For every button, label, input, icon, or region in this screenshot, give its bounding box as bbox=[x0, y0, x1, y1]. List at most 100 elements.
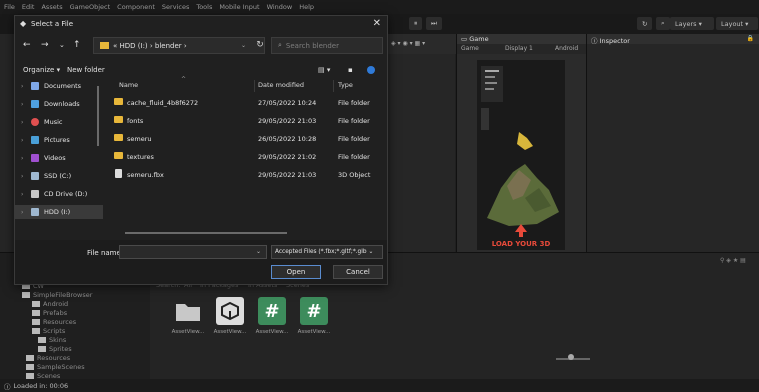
menu-file[interactable]: File bbox=[4, 3, 15, 11]
nav-scrollbar[interactable] bbox=[97, 86, 99, 146]
organize-button[interactable]: Organize ▾ bbox=[23, 66, 60, 74]
history-icon[interactable]: ↻ bbox=[637, 17, 653, 30]
nav-item-downloads[interactable]: › Downloads bbox=[21, 97, 103, 111]
nav-item-documents[interactable]: › Documents bbox=[21, 79, 103, 93]
file-type-filter[interactable]: Accepted Files (*.fbx;*.gltf;*.glb ⌄ bbox=[271, 245, 383, 259]
file-row[interactable]: semeru 26/05/2022 10:28 File folder bbox=[111, 130, 383, 148]
file-date: 29/05/2022 21:02 bbox=[258, 153, 317, 161]
forward-arrow-icon[interactable]: → bbox=[41, 40, 49, 50]
menu-gameobject[interactable]: GameObject bbox=[70, 3, 111, 11]
menu-tools[interactable]: Tools bbox=[196, 3, 212, 11]
game-controls: Game Display 1 Android bbox=[457, 44, 587, 54]
game-scene-render bbox=[481, 66, 559, 237]
chevron-right-icon[interactable]: › bbox=[21, 137, 31, 144]
game-tab[interactable]: ▭ Game bbox=[461, 35, 489, 43]
game-canvas[interactable]: LOAD YOUR 3D bbox=[477, 60, 565, 250]
chevron-right-icon[interactable]: › bbox=[21, 155, 31, 162]
chevron-down-icon[interactable]: ⌄ bbox=[256, 248, 261, 255]
recent-chevron-icon[interactable]: ⌄ bbox=[59, 41, 65, 49]
chevron-right-icon[interactable]: › bbox=[21, 209, 31, 216]
tree-item[interactable]: Scripts bbox=[32, 327, 65, 335]
close-icon[interactable]: ✕ bbox=[373, 18, 381, 29]
tree-item[interactable]: SampleScenes bbox=[26, 363, 85, 371]
view-options-icon[interactable]: ▤ ▾ bbox=[318, 66, 330, 74]
tree-item[interactable]: Skins bbox=[38, 336, 66, 344]
project-toolbar-icons[interactable]: ⚲ ◈ ★ ▤ bbox=[720, 257, 746, 264]
file-type: File folder bbox=[338, 117, 370, 125]
up-arrow-icon[interactable]: ↑ bbox=[73, 40, 81, 50]
display-dropdown[interactable]: Display 1 bbox=[505, 45, 533, 52]
asset-item[interactable]: # AssetView... bbox=[254, 297, 290, 335]
menu-assets[interactable]: Assets bbox=[41, 3, 62, 11]
inspector-tab[interactable]: ⓘ Inspector bbox=[591, 35, 630, 45]
tree-item[interactable]: Sprites bbox=[38, 345, 72, 353]
nav-item-videos[interactable]: › Videos bbox=[21, 151, 103, 165]
asset-item[interactable]: # AssetView... bbox=[296, 297, 332, 335]
chevron-right-icon[interactable]: › bbox=[21, 101, 31, 108]
menu-component[interactable]: Component bbox=[117, 3, 155, 11]
file-name-input[interactable] bbox=[119, 245, 267, 259]
column-header-date[interactable]: Date modified bbox=[258, 81, 304, 89]
nav-item-cd-drive[interactable]: › CD Drive (D:) bbox=[21, 187, 103, 201]
tree-item[interactable]: SimpleFileBrowser bbox=[22, 291, 92, 299]
menu-edit[interactable]: Edit bbox=[22, 3, 35, 11]
search-icon: ⌕ bbox=[278, 41, 282, 49]
preview-pane-icon[interactable]: ▪ bbox=[348, 66, 353, 74]
new-folder-button[interactable]: New folder bbox=[67, 66, 105, 74]
file-row[interactable]: cache_fluid_4b8f6272 27/05/2022 10:24 Fi… bbox=[111, 94, 383, 112]
chevron-right-icon[interactable]: › bbox=[21, 173, 31, 180]
tree-label: Android bbox=[43, 300, 69, 308]
gizmo-controls[interactable]: ◈ ▾ ◉ ▾ ▦ ▾ bbox=[391, 40, 425, 47]
menu-services[interactable]: Services bbox=[162, 3, 189, 11]
3d-object-file-icon bbox=[115, 169, 122, 178]
menu-help[interactable]: Help bbox=[299, 3, 314, 11]
nav-item-pictures[interactable]: › Pictures bbox=[21, 133, 103, 147]
tree-item[interactable]: Resources bbox=[32, 318, 76, 326]
open-button[interactable]: Open bbox=[271, 265, 321, 279]
file-name: semeru.fbx bbox=[127, 171, 164, 179]
game-mode-dropdown[interactable]: Game bbox=[461, 45, 479, 52]
chevron-right-icon[interactable]: › bbox=[21, 119, 31, 126]
layout-dropdown[interactable]: Layout ▾ bbox=[716, 17, 758, 30]
column-divider[interactable] bbox=[333, 80, 334, 92]
address-bar[interactable]: « HDD (I:) › blender › ⌄ bbox=[93, 37, 265, 54]
lock-icon[interactable]: 🔒 bbox=[747, 35, 754, 42]
search-icon[interactable]: ⌕ bbox=[656, 17, 670, 30]
column-divider[interactable] bbox=[254, 80, 255, 92]
layers-dropdown[interactable]: Layers ▾ bbox=[670, 17, 714, 30]
search-input[interactable]: ⌕ Search blender bbox=[271, 37, 383, 54]
column-header-type[interactable]: Type bbox=[338, 81, 353, 89]
tree-item[interactable]: Prefabs bbox=[32, 309, 67, 317]
file-row[interactable]: textures 29/05/2022 21:02 File folder bbox=[111, 148, 383, 166]
menu-window[interactable]: Window bbox=[267, 3, 293, 11]
back-arrow-icon[interactable]: ← bbox=[23, 40, 31, 50]
nav-item-hdd[interactable]: › HDD (I:) bbox=[15, 205, 103, 219]
menu-mobile-input[interactable]: Mobile Input bbox=[219, 3, 259, 11]
nav-item-ssd[interactable]: › SSD (C:) bbox=[21, 169, 103, 183]
chevron-down-icon[interactable]: ⌄ bbox=[241, 42, 246, 49]
help-icon[interactable] bbox=[367, 66, 375, 74]
inspector-panel: ⓘ Inspector 🔒 bbox=[586, 34, 759, 252]
horizontal-scrollbar[interactable] bbox=[125, 232, 287, 234]
platform-dropdown[interactable]: Android bbox=[555, 45, 578, 52]
asset-item[interactable]: AssetView... bbox=[212, 297, 248, 335]
tree-item[interactable]: Resources bbox=[26, 354, 70, 362]
file-name-label: File name: bbox=[87, 249, 124, 257]
tree-item[interactable]: Android bbox=[32, 300, 68, 308]
asset-item[interactable]: AssetView... bbox=[170, 297, 206, 335]
chevron-right-icon[interactable]: › bbox=[21, 191, 31, 198]
step-button[interactable]: ⏭ bbox=[426, 17, 442, 30]
load-3d-label[interactable]: LOAD YOUR 3D bbox=[477, 240, 565, 248]
chevron-right-icon[interactable]: › bbox=[21, 83, 31, 90]
nav-item-music[interactable]: › Music bbox=[21, 115, 103, 129]
file-row[interactable]: fonts 29/05/2022 21:03 File folder bbox=[111, 112, 383, 130]
cancel-button[interactable]: Cancel bbox=[333, 265, 383, 279]
pause-button[interactable]: ⏸ bbox=[409, 17, 423, 30]
refresh-icon[interactable]: ↻ bbox=[253, 37, 267, 54]
column-header-name[interactable]: Name bbox=[119, 81, 138, 89]
folder-icon bbox=[100, 42, 109, 49]
folder-icon bbox=[32, 301, 40, 307]
file-row[interactable]: semeru.fbx 29/05/2022 21:03 3D Object bbox=[111, 166, 383, 184]
zoom-slider-handle[interactable] bbox=[568, 354, 574, 360]
file-date: 27/05/2022 10:24 bbox=[258, 99, 317, 107]
